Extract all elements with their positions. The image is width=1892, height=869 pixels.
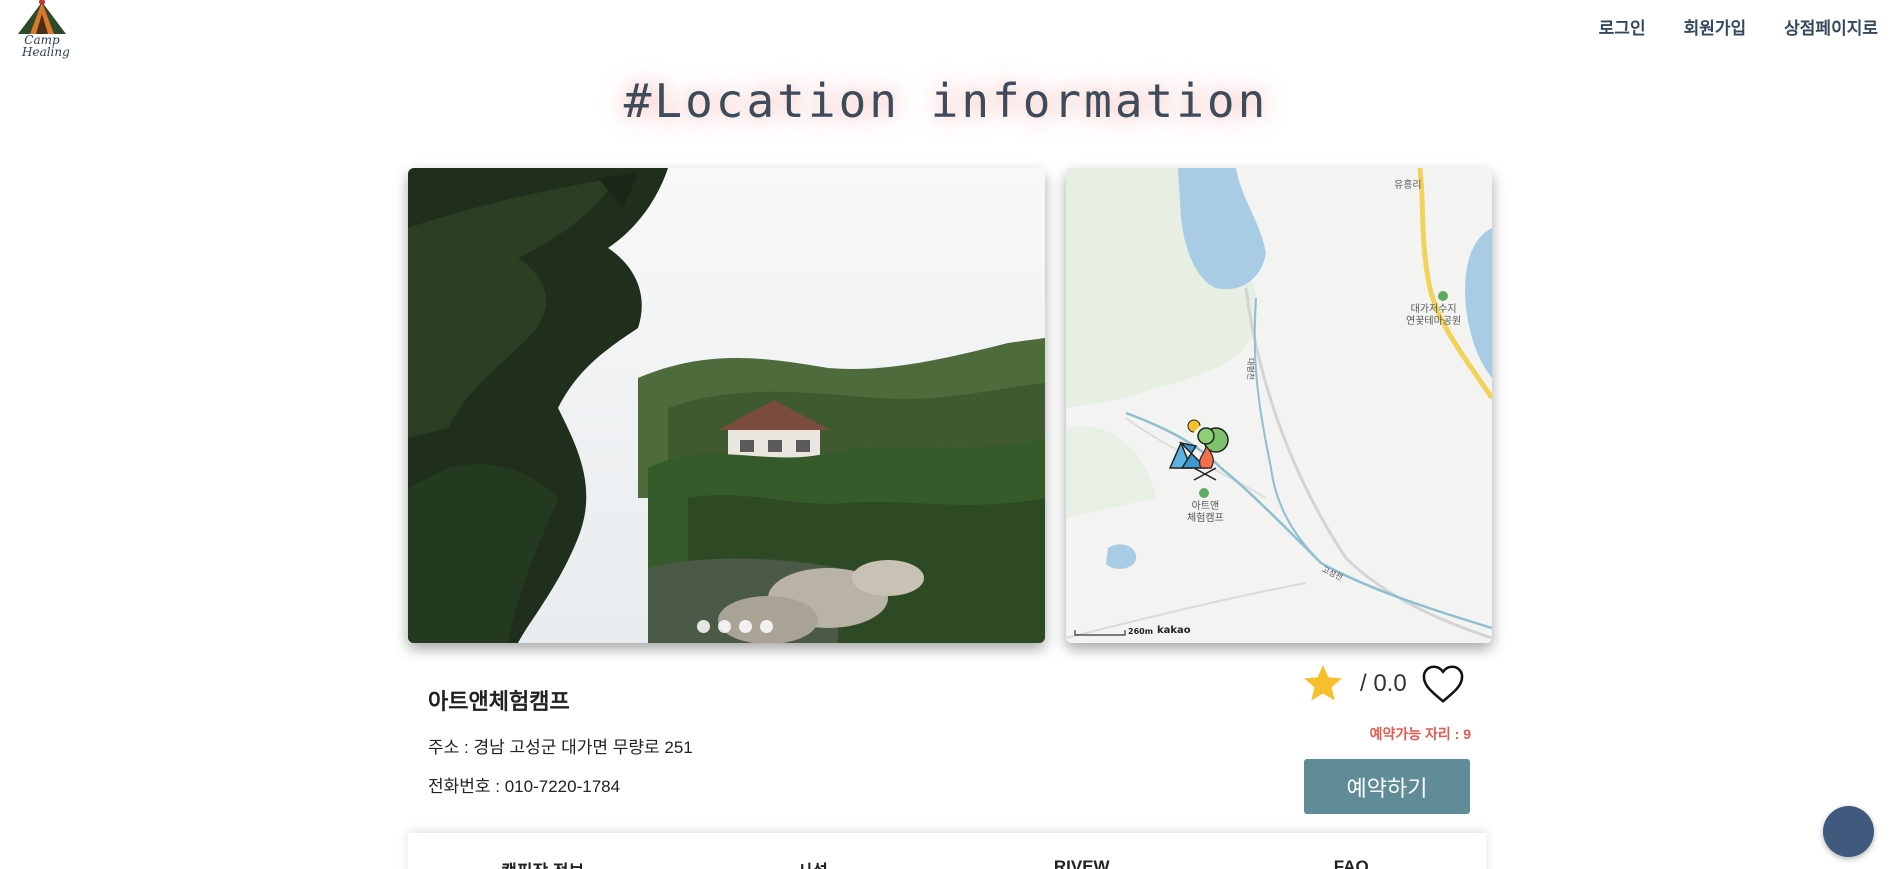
tab-review[interactable]: RIVEW [947,833,1217,869]
map-label-camp-line1: 아트앤 [1191,501,1220,512]
carousel-dot-1[interactable] [697,620,710,633]
page-title-text: #Location information [623,74,1269,128]
map-label-camp: 아트앤 체험캠프 [1187,501,1224,525]
shop-page-link[interactable]: 상점페이지로 [1784,14,1878,39]
map-canvas [1066,168,1492,643]
info-tabs: 캠핑장 정보 시설 RIVEW FAQ [408,833,1486,869]
tab-facilities[interactable]: 시설 [678,833,948,869]
map-label-park-line2: 연꽃테마공원 [1406,316,1462,327]
camp-name: 아트앤체험캠프 [428,689,570,714]
carousel-dot-4[interactable] [760,620,773,633]
login-link[interactable]: 로그인 [1599,14,1646,39]
camp-photo [408,168,1045,643]
map-label-park: 대가저수지 연꽃테마공원 [1406,304,1461,328]
page-title: #Location information [0,74,1892,128]
map-scale-text: 260m [1128,627,1154,636]
star-icon [1304,664,1342,701]
map-provider-logo: kakao [1157,625,1191,636]
carousel-dots [697,620,773,633]
signup-link[interactable]: 회원가입 [1684,14,1747,39]
rating-row: / 0.0 [1300,662,1465,706]
logo-text-healing: Healing [22,45,70,59]
available-spots: 예약가능 자리 : 9 [1369,726,1471,742]
rating-value: / 0.0 [1360,670,1407,697]
map-label-park-line1: 대가저수지 [1410,304,1457,315]
map-label-camp-line2: 체험캠프 [1187,513,1224,524]
carousel-dot-2[interactable] [718,620,731,633]
floating-chat-button[interactable] [1823,806,1874,857]
map-label-stream1: 대평천 [1246,358,1255,381]
location-map[interactable]: 유흥리 대가저수지 연꽃테마공원 아트앤 체험캠프 대평천 고성천 260m k… [1066,168,1492,643]
reserve-button[interactable]: 예약하기 [1304,759,1470,814]
carousel-dot-3[interactable] [739,620,752,633]
top-nav: 로그인 회원가입 상점페이지로 [1599,14,1878,39]
camp-phone: 전화번호 : 010-7220-1784 [428,777,621,796]
tab-faq[interactable]: FAQ [1217,833,1487,869]
tab-camp-info[interactable]: 캠핑장 정보 [408,833,678,869]
heart-icon[interactable] [1421,664,1465,704]
map-label-village: 유흥리 [1394,180,1422,191]
camp-address: 주소 : 경남 고성군 대가면 무량로 251 [428,738,693,757]
camp-photo-carousel[interactable] [408,168,1045,643]
